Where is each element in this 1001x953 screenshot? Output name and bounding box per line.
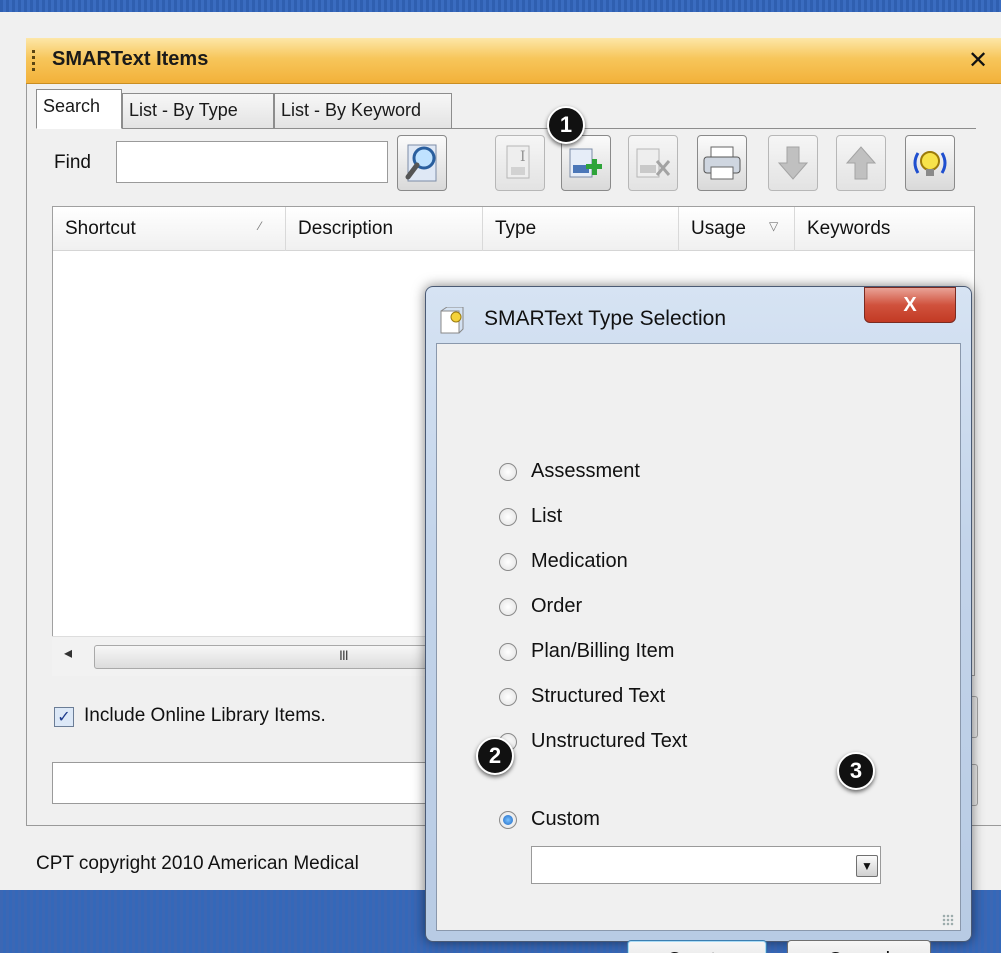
svg-text:I: I xyxy=(520,149,526,165)
bottom-text-field[interactable] xyxy=(52,762,472,804)
cancel-button[interactable]: Cancel xyxy=(787,940,931,953)
type-selection-dialog: SMARText Type Selection X Assessment Lis… xyxy=(425,286,972,953)
radio-selected-icon[interactable] xyxy=(499,810,517,829)
move-up-button[interactable] xyxy=(836,135,886,191)
include-online-label: Include Online Library Items. xyxy=(84,705,326,726)
column-description[interactable]: Description xyxy=(286,207,483,251)
option-order[interactable]: Order xyxy=(499,595,582,618)
option-label: Order xyxy=(531,595,583,617)
scroll-thumb[interactable]: III xyxy=(94,645,438,669)
add-item-icon xyxy=(569,148,602,178)
edit-item-icon: I xyxy=(506,145,530,179)
move-down-icon xyxy=(777,146,809,180)
step-badge-3: 3 xyxy=(837,752,875,790)
create-button[interactable]: Create xyxy=(627,940,767,953)
edit-item-button[interactable]: I xyxy=(495,135,545,191)
print-icon xyxy=(703,146,741,180)
tab-list-by-type[interactable]: List - By Type xyxy=(122,93,274,129)
chevron-down-icon[interactable]: ▼ xyxy=(856,855,878,877)
grid-header: Shortcut ⁄ Description Type Usage ▽ Keyw… xyxy=(53,207,974,251)
column-usage[interactable]: Usage ▽ xyxy=(679,207,795,251)
option-label: List xyxy=(531,505,563,527)
step-badge-1: 1 xyxy=(547,106,585,144)
column-shortcut[interactable]: Shortcut ⁄ xyxy=(53,207,286,251)
lightbulb-icon xyxy=(913,151,947,176)
column-keywords-label: Keywords xyxy=(807,218,891,239)
custom-type-dropdown[interactable]: ▼ xyxy=(531,846,881,884)
dialog-body: Assessment List Medication Order Plan/Bi… xyxy=(436,343,961,953)
step-badge-2: 2 xyxy=(476,737,514,775)
panel-title: SMARText Items xyxy=(52,48,209,70)
radio-icon[interactable] xyxy=(499,552,517,571)
search-button[interactable] xyxy=(397,135,447,191)
delete-item-button[interactable] xyxy=(628,135,678,191)
move-up-icon xyxy=(845,146,877,180)
copyright-text: CPT copyright 2010 American Medical xyxy=(36,853,359,874)
radio-icon[interactable] xyxy=(499,462,517,481)
tab-search[interactable]: Search xyxy=(36,89,122,129)
panel-close-button[interactable]: ✕ xyxy=(968,46,988,75)
option-label: Medication xyxy=(531,550,628,572)
option-label: Custom xyxy=(531,808,600,830)
find-input[interactable] xyxy=(116,141,388,183)
tab-list-by-keyword[interactable]: List - By Keyword xyxy=(274,93,452,129)
print-button[interactable] xyxy=(697,135,747,191)
radio-icon[interactable] xyxy=(499,507,517,526)
column-usage-label: Usage xyxy=(691,218,746,239)
radio-icon[interactable] xyxy=(499,642,517,661)
include-online-checkbox[interactable]: ✓ xyxy=(54,707,74,727)
column-description-label: Description xyxy=(298,218,394,239)
column-keywords[interactable]: Keywords xyxy=(795,207,975,251)
option-assessment[interactable]: Assessment xyxy=(499,460,640,483)
smart-tips-button[interactable] xyxy=(905,135,955,191)
radio-icon[interactable] xyxy=(499,687,517,706)
option-plan-billing-item[interactable]: Plan/Billing Item xyxy=(499,640,674,663)
move-down-button[interactable] xyxy=(768,135,818,191)
dialog-lightbulb-icon xyxy=(440,307,464,334)
dialog-close-button[interactable]: X xyxy=(864,287,956,323)
scroll-left-icon[interactable]: ◂ xyxy=(64,643,72,663)
magnifier-icon xyxy=(405,144,437,182)
option-label: Assessment xyxy=(531,460,640,482)
find-label: Find xyxy=(54,152,91,173)
horizontal-scrollbar[interactable]: ◂ III xyxy=(52,636,452,676)
column-type-label: Type xyxy=(495,218,537,239)
option-list[interactable]: List xyxy=(499,505,562,528)
column-shortcut-label: Shortcut xyxy=(65,218,136,239)
option-label: Unstructured Text xyxy=(531,730,688,752)
option-medication[interactable]: Medication xyxy=(499,550,628,573)
drag-grip-icon[interactable] xyxy=(32,50,35,72)
column-type[interactable]: Type xyxy=(483,207,679,251)
scroll-grip-icon: III xyxy=(339,647,349,663)
option-label: Plan/Billing Item xyxy=(531,640,675,662)
option-structured-text[interactable]: Structured Text xyxy=(499,685,665,708)
option-label: Structured Text xyxy=(531,685,666,707)
sort-asc-icon: ⁄ xyxy=(259,219,262,233)
option-unstructured-text[interactable]: Unstructured Text xyxy=(499,730,687,753)
dialog-title: SMARText Type Selection xyxy=(484,307,727,330)
option-custom[interactable]: Custom xyxy=(499,808,600,831)
radio-icon[interactable] xyxy=(499,597,517,616)
panel-title-bar[interactable]: SMARText Items ✕ xyxy=(26,38,1001,84)
resize-grip-icon[interactable] xyxy=(942,914,954,926)
filter-icon: ▽ xyxy=(769,219,779,233)
delete-item-icon xyxy=(636,148,671,178)
